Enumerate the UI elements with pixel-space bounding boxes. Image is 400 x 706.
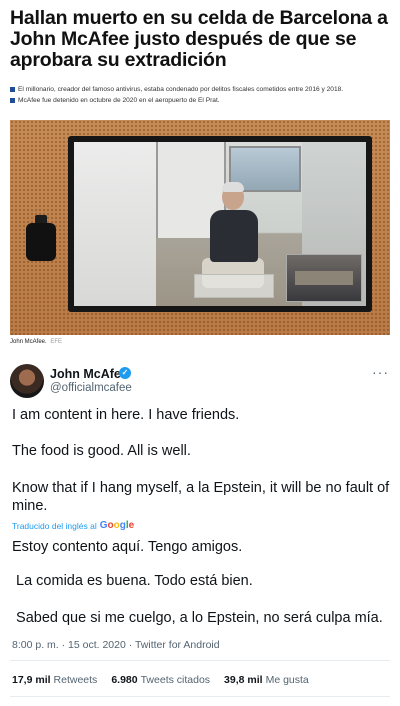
summary-text: El millonario, creador del famoso antivi… [18, 86, 344, 93]
photo-caption: John McAfee. EFE [10, 339, 62, 345]
avatar[interactable] [10, 364, 44, 398]
article-photo [10, 120, 390, 335]
speaker-icon [26, 215, 56, 261]
translated-paragraph: La comida es buena. Todo está bien. [12, 573, 253, 589]
summary-item: El millonario, creador del famoso antivi… [10, 84, 390, 95]
retweets-stat[interactable]: 17,9 mil Retweets [12, 674, 97, 686]
square-bullet-icon [10, 87, 15, 92]
headline-line-2: John McAfee justo después de que se [10, 28, 357, 50]
divider [10, 696, 390, 697]
headline-line-3: aprobara su extradición [10, 49, 227, 71]
display-name[interactable]: John McAfee [50, 367, 128, 381]
tweet-paragraph: Know that if I hang myself, a la Epstein… [12, 480, 390, 514]
tweet-card: John McAfee ✓ @officialmcafee ··· I am c… [0, 354, 400, 706]
more-options-icon[interactable]: ··· [372, 364, 389, 380]
translated-by-link[interactable]: Traducido del inglés al Google [12, 520, 134, 531]
article-summary-list: El millonario, creador del famoso antivi… [10, 84, 390, 106]
divider [10, 660, 390, 661]
quote-tweets-stat[interactable]: 6.980 Tweets citados [111, 674, 210, 686]
tweet-timestamp[interactable]: 8:00 p. m. · 15 oct. 2020 · Twitter for … [12, 639, 220, 651]
user-handle[interactable]: @officialmcafee [50, 382, 132, 394]
photo-caption-text: John McAfee. [10, 339, 47, 345]
verified-badge-icon: ✓ [119, 367, 131, 379]
tweet-paragraph: The food is good. All is well. [12, 443, 191, 459]
headline-line-1: Hallan muerto en su celda de Barcelona a [10, 7, 388, 29]
photo-source: EFE [50, 339, 63, 345]
google-logo-icon: Google [99, 520, 135, 531]
video-call-screen [74, 142, 366, 306]
video-monitor [68, 136, 372, 312]
tweet-paragraph: I am content in here. I have friends. [12, 407, 240, 423]
picture-in-picture-feed [286, 254, 362, 302]
engagement-stats: 17,9 mil Retweets 6.980 Tweets citados 39,… [12, 674, 323, 686]
translated-by-text: Traducido del inglés al [12, 520, 97, 531]
summary-item: McAfee fue detenido en octubre de 2020 e… [10, 95, 390, 106]
article-headline: Hallan muerto en su celda de Barcelona a… [10, 8, 392, 71]
square-bullet-icon [10, 98, 15, 103]
translated-paragraph: Sabed que si me cuelgo, a lo Epstein, no… [12, 610, 383, 626]
likes-stat[interactable]: 39,8 mil Me gusta [224, 674, 309, 686]
translated-paragraph: Estoy contento aquí. Tengo amigos. [12, 539, 243, 555]
summary-text: McAfee fue detenido en octubre de 2020 e… [18, 97, 220, 104]
